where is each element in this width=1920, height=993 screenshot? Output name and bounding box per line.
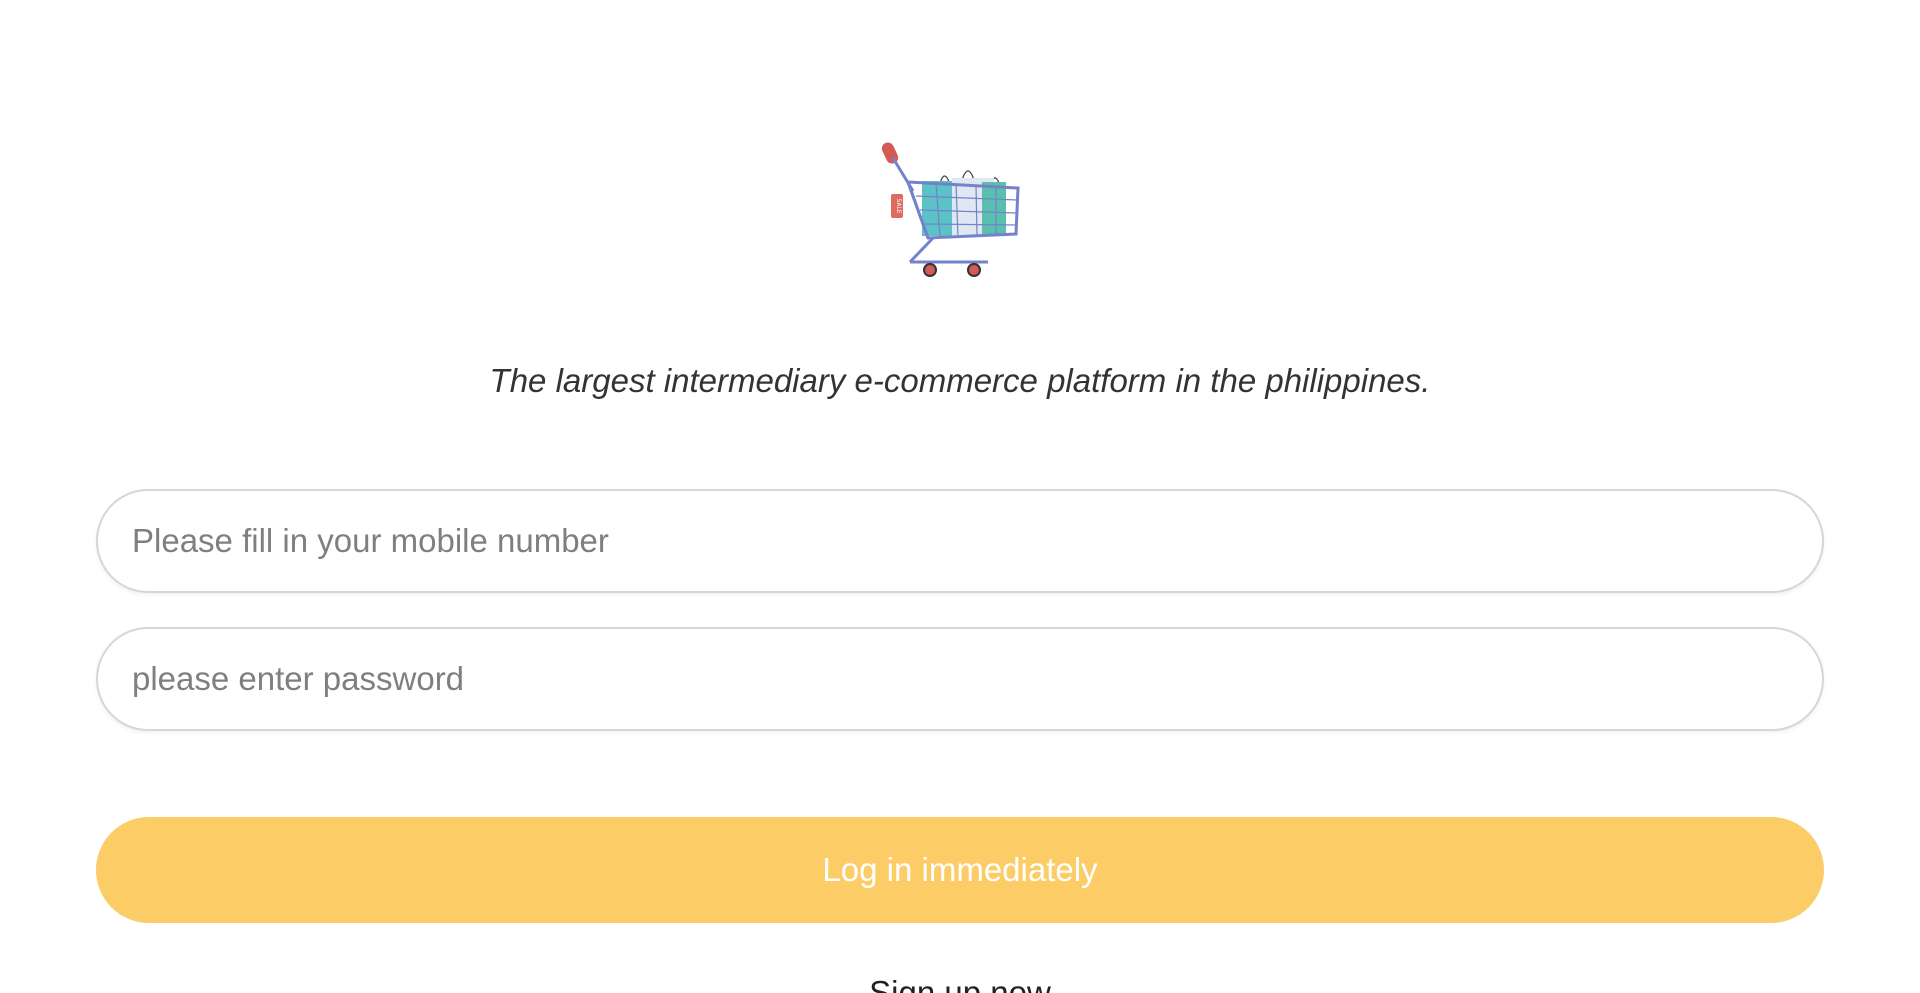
tagline: The largest intermediary e-commerce plat… (489, 362, 1431, 399)
mobile-number-input[interactable] (132, 491, 1782, 591)
login-button[interactable]: Log in immediately (96, 817, 1824, 923)
login-page: SALE The largest intermediary e-commerce… (0, 0, 1920, 993)
password-input[interactable] (132, 629, 1782, 729)
signup-link[interactable]: Sign up now (0, 973, 1920, 993)
mobile-number-field[interactable] (96, 489, 1824, 593)
logo-shopping-cart: SALE (878, 136, 1028, 286)
shopping-cart-icon: SALE (881, 142, 1020, 277)
password-field[interactable] (96, 627, 1824, 731)
svg-text:SALE: SALE (895, 198, 902, 213)
